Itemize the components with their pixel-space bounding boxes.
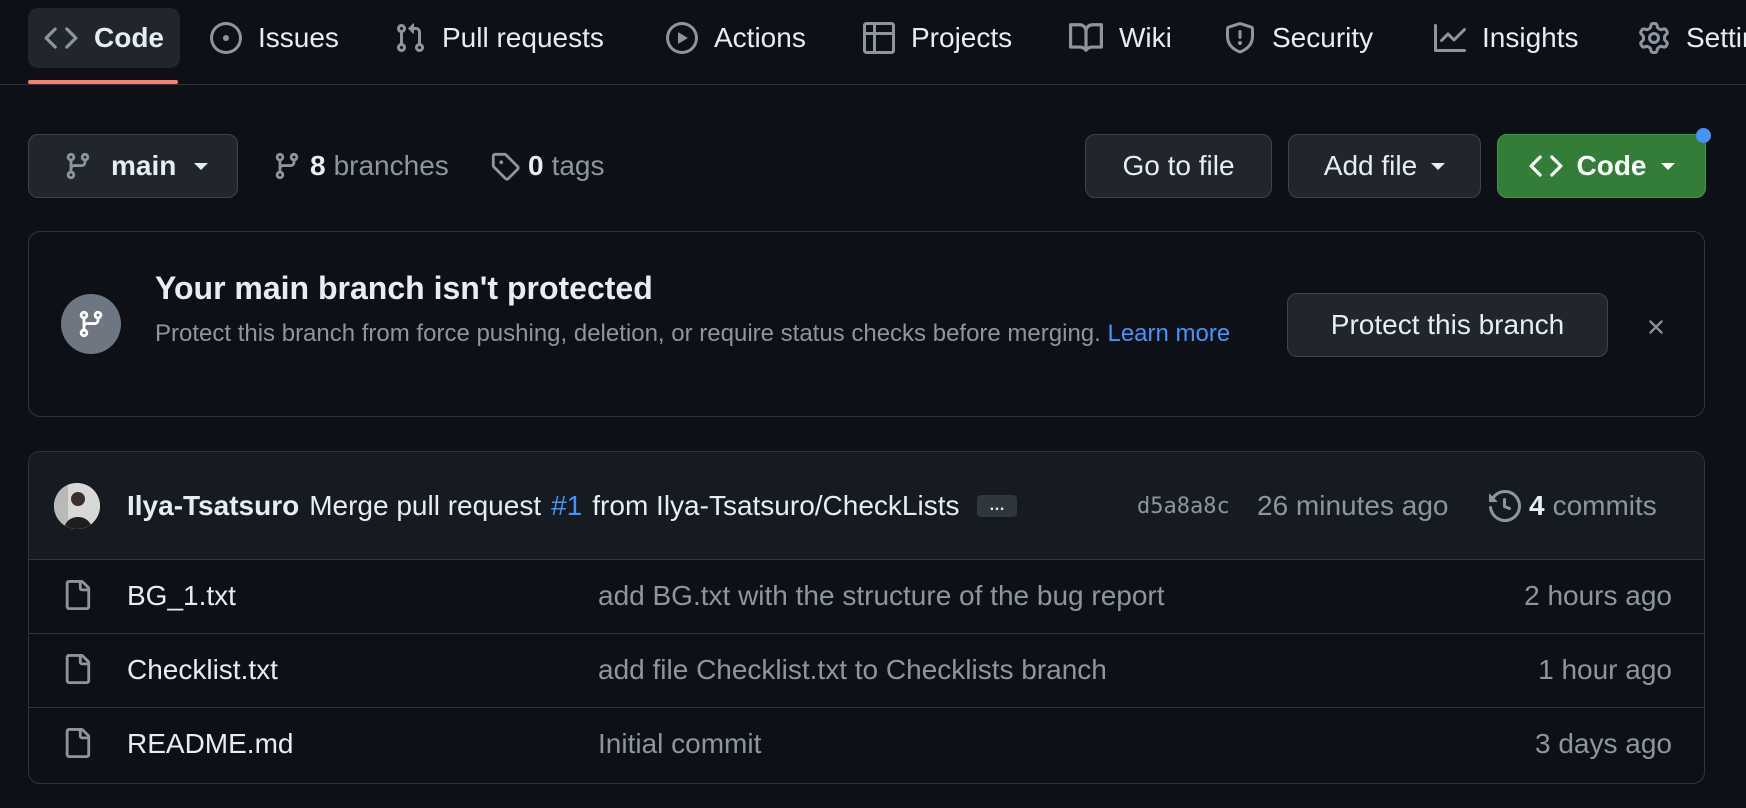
commits-history-link[interactable]: 4 commits — [1489, 482, 1657, 530]
code-button-label: Code — [1576, 150, 1647, 181]
file-name-link[interactable]: Checklist.txt — [127, 633, 278, 707]
branch-select-button[interactable]: main — [28, 134, 238, 198]
close-icon[interactable] — [1639, 310, 1673, 344]
play-icon — [666, 22, 698, 54]
latest-commit-bar: Ilya-Tsatsuro Merge pull request #1 from… — [29, 452, 1704, 560]
tab-pull-requests[interactable]: Pull requests — [378, 8, 620, 68]
commits-count: 4 — [1529, 490, 1545, 521]
file-commit-message-link[interactable]: add file Checklist.txt to Checklists bra… — [598, 633, 1107, 707]
add-file-label: Add file — [1323, 150, 1418, 181]
tab-settings[interactable]: Settings — [1622, 8, 1746, 68]
git-branch-icon — [61, 294, 121, 354]
history-icon — [1489, 490, 1521, 522]
banner-description: Protect this branch from force pushing, … — [155, 316, 1265, 352]
commit-message-prefix[interactable]: Merge pull request — [309, 490, 541, 522]
tab-wiki[interactable]: Wiki — [1053, 8, 1188, 68]
branches-count: 8 — [310, 150, 326, 181]
tags-link[interactable]: 0 tags — [490, 134, 605, 198]
commit-time: 26 minutes ago — [1257, 490, 1449, 521]
file-commit-message-link[interactable]: add BG.txt with the structure of the bug… — [598, 559, 1165, 633]
file-icon — [62, 654, 92, 684]
table-icon — [863, 22, 895, 54]
code-icon — [1529, 149, 1563, 183]
file-icon — [62, 580, 92, 610]
go-to-file-button[interactable]: Go to file — [1085, 134, 1272, 198]
commit-sha-link[interactable]: d5a8a8c — [1137, 482, 1230, 530]
file-commit-time: 2 hours ago — [1524, 580, 1672, 611]
tab-label: Pull requests — [442, 22, 604, 53]
tab-label: Wiki — [1119, 22, 1172, 53]
file-browser: Ilya-Tsatsuro Merge pull request #1 from… — [28, 451, 1705, 784]
avatar[interactable] — [54, 483, 100, 529]
code-dropdown-button[interactable]: Code — [1497, 134, 1706, 198]
branches-link[interactable]: 8 branches — [272, 134, 449, 198]
code-icon — [44, 21, 78, 55]
shield-icon — [1224, 22, 1256, 54]
table-row[interactable]: Checklist.txt add file Checklist.txt to … — [29, 633, 1704, 708]
tab-label: Actions — [714, 22, 806, 53]
table-row[interactable]: BG_1.txt add BG.txt with the structure o… — [29, 559, 1704, 634]
git-branch-icon — [272, 151, 302, 181]
repo-nav: Code Issues Pull requests Actions Projec… — [0, 0, 1746, 85]
protect-branch-label: Protect this branch — [1330, 309, 1565, 340]
learn-more-link[interactable]: Learn more — [1107, 320, 1230, 347]
chevron-down-icon — [1660, 162, 1675, 170]
chevron-down-icon — [1431, 162, 1446, 170]
tab-label: Settings — [1686, 22, 1746, 53]
tab-security[interactable]: Security — [1208, 8, 1389, 68]
protect-branch-button[interactable]: Protect this branch — [1287, 293, 1608, 357]
issue-opened-icon — [210, 22, 242, 54]
graph-icon — [1434, 22, 1466, 54]
branch-protection-banner: Your main branch isn't protected Protect… — [28, 231, 1705, 417]
expand-commit-button[interactable]: … — [977, 495, 1018, 517]
tab-actions[interactable]: Actions — [650, 8, 822, 68]
branches-label: branches — [333, 150, 449, 181]
table-row[interactable]: README.md Initial commit 3 days ago — [29, 707, 1704, 781]
file-commit-message-link[interactable]: Initial commit — [598, 707, 761, 781]
tags-count: 0 — [528, 150, 544, 181]
tab-label: Insights — [1482, 22, 1579, 53]
active-tab-underline — [28, 80, 178, 84]
commit-message: Ilya-Tsatsuro Merge pull request #1 from… — [127, 482, 1018, 530]
git-branch-icon — [63, 151, 93, 181]
commit-message-suffix[interactable]: from Ilya-Tsatsuro/CheckLists — [592, 490, 959, 522]
go-to-file-label: Go to file — [1122, 150, 1235, 181]
gear-icon — [1638, 22, 1670, 54]
tab-label: Projects — [911, 22, 1013, 53]
file-name-link[interactable]: BG_1.txt — [127, 559, 236, 633]
tag-icon — [490, 151, 520, 181]
file-icon — [62, 728, 92, 758]
tab-label: Code — [94, 22, 164, 53]
banner-title: Your main branch isn't protected — [155, 270, 653, 306]
file-commit-time: 1 hour ago — [1538, 654, 1672, 685]
banner-text: Protect this branch from force pushing, … — [155, 320, 1101, 347]
add-file-button[interactable]: Add file — [1288, 134, 1481, 198]
notification-dot — [1696, 128, 1711, 143]
tab-insights[interactable]: Insights — [1418, 8, 1595, 68]
book-icon — [1069, 21, 1103, 55]
chevron-down-icon — [194, 162, 209, 170]
commits-label: commits — [1552, 490, 1657, 521]
git-pull-request-icon — [394, 22, 426, 54]
branch-name: main — [111, 150, 177, 181]
pull-request-link[interactable]: #1 — [551, 490, 582, 522]
tab-label: Issues — [258, 22, 339, 53]
tab-code[interactable]: Code — [28, 8, 180, 68]
file-name-link[interactable]: README.md — [127, 707, 293, 781]
file-commit-time: 3 days ago — [1535, 728, 1672, 759]
commit-author-link[interactable]: Ilya-Tsatsuro — [127, 490, 299, 522]
tags-label: tags — [551, 150, 605, 181]
tab-issues[interactable]: Issues — [194, 8, 355, 68]
tab-label: Security — [1272, 22, 1374, 53]
tab-projects[interactable]: Projects — [847, 8, 1028, 68]
